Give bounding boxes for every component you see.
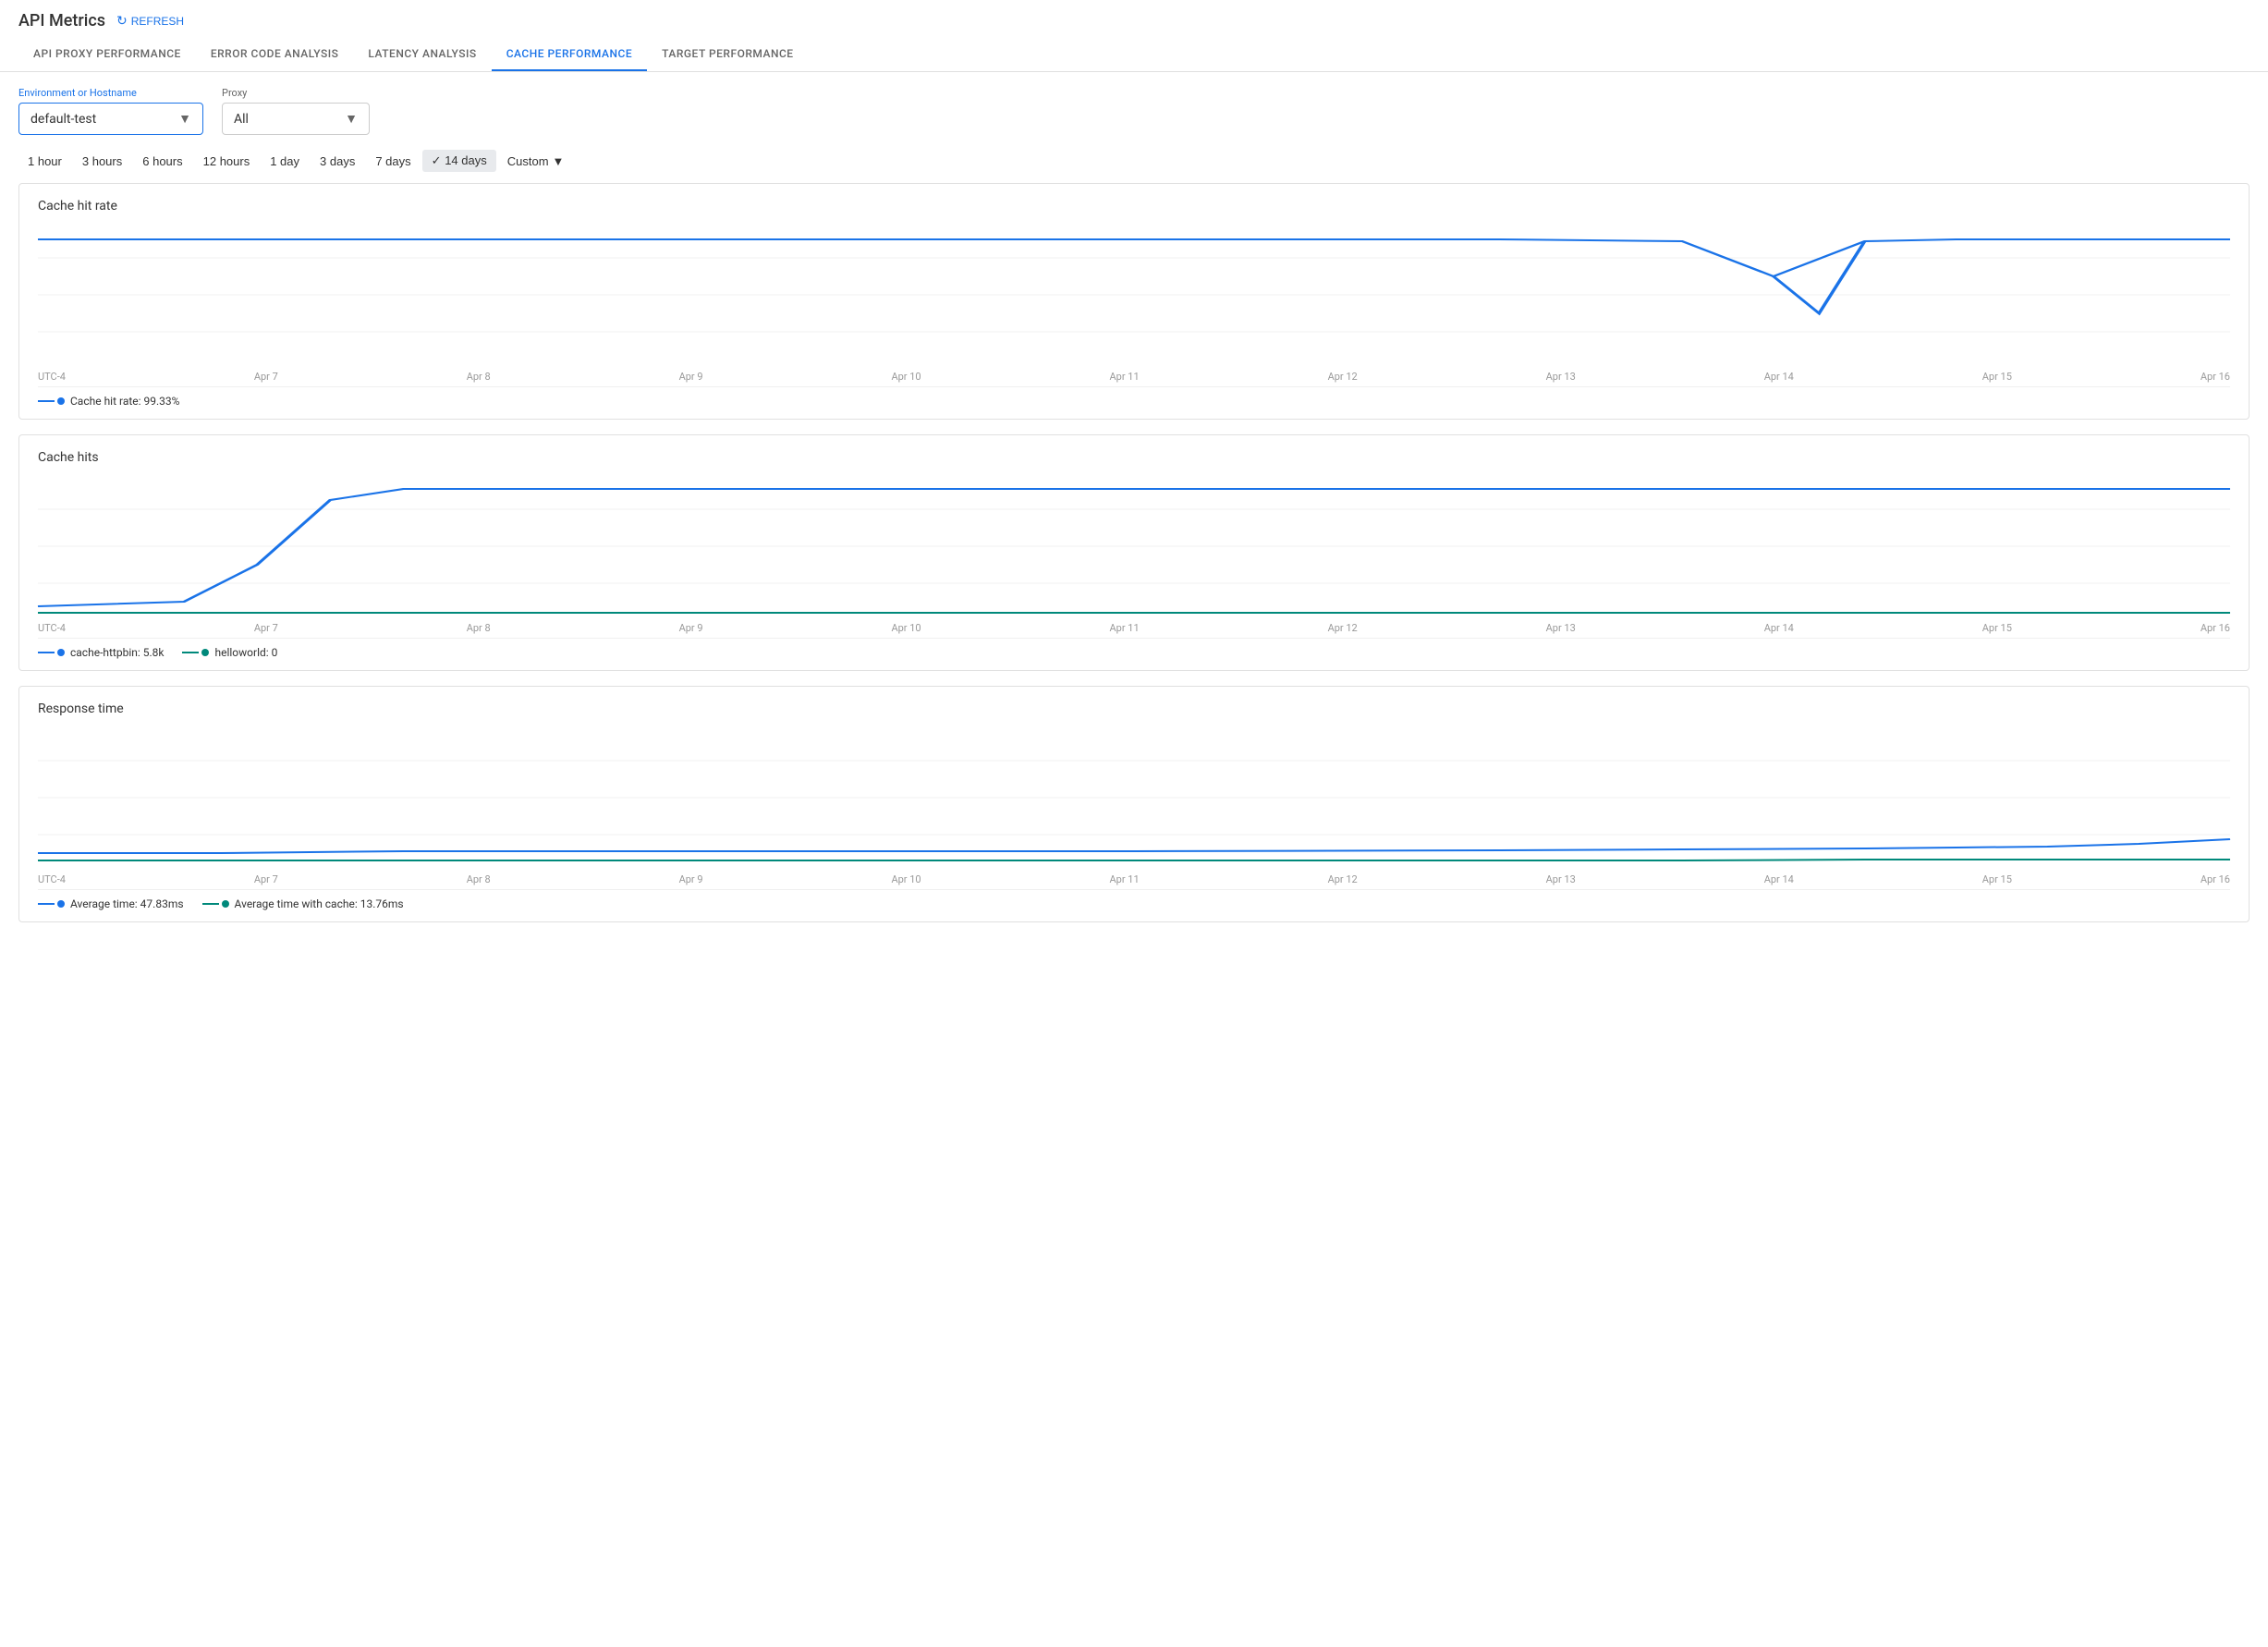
legend-dot-blue3 (57, 900, 65, 908)
cache-hit-rate-chart: Cache hit rate UTC-4 Apr 7 Apr 8 Apr 9 A… (18, 183, 2250, 420)
refresh-button[interactable]: ↻ REFRESH (116, 13, 184, 29)
time-btn-12hours[interactable]: 12 hours (194, 151, 260, 172)
legend-line-blue3 (38, 903, 55, 905)
cache-hits-chart: Cache hits UTC-4 Apr 7 Apr 8 Apr 9 Apr 1… (18, 434, 2250, 671)
environment-dropdown-arrow: ▼ (178, 111, 191, 127)
time-btn-1hour[interactable]: 1 hour (18, 151, 71, 172)
response-time-title: Response time (38, 702, 2230, 716)
cache-hits-x-axis: UTC-4 Apr 7 Apr 8 Apr 9 Apr 10 Apr 11 Ap… (38, 620, 2230, 634)
time-btn-6hours[interactable]: 6 hours (133, 151, 191, 172)
response-time-chart-area (38, 724, 2230, 872)
legend-cache-hit-rate-label: Cache hit rate: 99.33% (70, 395, 179, 408)
time-btn-3hours[interactable]: 3 hours (73, 151, 131, 172)
legend-avg-time-cache-label: Average time with cache: 13.76ms (235, 897, 404, 910)
cache-hit-rate-svg (38, 221, 2230, 369)
cache-hits-legend: cache-httpbin: 5.8k helloworld: 0 (38, 638, 2230, 663)
custom-label: Custom (507, 154, 549, 168)
refresh-icon: ↻ (116, 13, 128, 29)
checkmark-icon: ✓ (432, 153, 442, 167)
legend-line-blue (38, 400, 55, 402)
response-time-legend: Average time: 47.83ms Average time with … (38, 889, 2230, 914)
legend-cache-httpbin: cache-httpbin: 5.8k (38, 646, 164, 659)
response-time-svg (38, 724, 2230, 872)
legend-dot-teal2 (222, 900, 229, 908)
refresh-label: REFRESH (131, 15, 184, 28)
time-filter-bar: 1 hour 3 hours 6 hours 12 hours 1 day 3 … (0, 146, 2268, 183)
tab-target-performance[interactable]: TARGET PERFORMANCE (647, 38, 808, 71)
cache-hit-rate-chart-area (38, 221, 2230, 369)
time-btn-14days[interactable]: ✓ 14 days (422, 150, 496, 172)
response-time-x-axis: UTC-4 Apr 7 Apr 8 Apr 9 Apr 10 Apr 11 Ap… (38, 872, 2230, 885)
tab-api-proxy[interactable]: API PROXY PERFORMANCE (18, 38, 196, 71)
environment-dropdown-group: Environment or Hostname default-test ▼ (18, 87, 203, 135)
legend-dot-teal (201, 649, 209, 656)
legend-helloworld: helloworld: 0 (182, 646, 277, 659)
legend-dot-blue2 (57, 649, 65, 656)
environment-dropdown[interactable]: default-test ▼ (18, 103, 203, 135)
custom-dropdown-icon: ▼ (553, 154, 565, 168)
legend-avg-time-cache: Average time with cache: 13.76ms (202, 897, 404, 910)
environment-value: default-test (30, 112, 96, 127)
tab-cache-performance[interactable]: CACHE PERFORMANCE (492, 38, 647, 71)
legend-line-blue2 (38, 652, 55, 653)
proxy-value: All (234, 112, 249, 127)
legend-avg-time-label: Average time: 47.83ms (70, 897, 184, 910)
cache-hit-rate-legend: Cache hit rate: 99.33% (38, 386, 2230, 411)
cache-hits-title: Cache hits (38, 450, 2230, 465)
time-btn-7days[interactable]: 7 days (366, 151, 420, 172)
legend-line-teal (182, 652, 199, 653)
filter-controls: Environment or Hostname default-test ▼ P… (0, 72, 2268, 146)
cache-hit-rate-title: Cache hit rate (38, 199, 2230, 214)
response-time-chart: Response time UTC-4 Apr 7 Apr 8 Apr 9 Ap… (18, 686, 2250, 922)
charts-container: Cache hit rate UTC-4 Apr 7 Apr 8 Apr 9 A… (0, 183, 2268, 922)
legend-helloworld-label: helloworld: 0 (214, 646, 277, 659)
environment-label: Environment or Hostname (18, 87, 203, 99)
proxy-label: Proxy (222, 87, 370, 99)
legend-line-teal2 (202, 903, 219, 905)
time-btn-custom[interactable]: Custom ▼ (498, 151, 574, 172)
cache-hits-svg (38, 472, 2230, 620)
tab-latency[interactable]: LATENCY ANALYSIS (353, 38, 491, 71)
legend-cache-httpbin-label: cache-httpbin: 5.8k (70, 646, 164, 659)
proxy-dropdown-arrow: ▼ (345, 111, 358, 127)
tab-bar: API PROXY PERFORMANCE ERROR CODE ANALYSI… (0, 38, 2268, 72)
legend-dot-blue (57, 397, 65, 405)
cache-hit-rate-x-axis: UTC-4 Apr 7 Apr 8 Apr 9 Apr 10 Apr 11 Ap… (38, 369, 2230, 383)
page-title: API Metrics (18, 11, 105, 30)
legend-cache-hit-rate: Cache hit rate: 99.33% (38, 395, 179, 408)
proxy-dropdown-group: Proxy All ▼ (222, 87, 370, 135)
proxy-dropdown[interactable]: All ▼ (222, 103, 370, 135)
cache-hits-chart-area (38, 472, 2230, 620)
page-header: API Metrics ↻ REFRESH (0, 0, 2268, 30)
time-btn-1day[interactable]: 1 day (261, 151, 309, 172)
time-btn-3days[interactable]: 3 days (311, 151, 364, 172)
legend-avg-time: Average time: 47.83ms (38, 897, 184, 910)
tab-error-code[interactable]: ERROR CODE ANALYSIS (196, 38, 354, 71)
